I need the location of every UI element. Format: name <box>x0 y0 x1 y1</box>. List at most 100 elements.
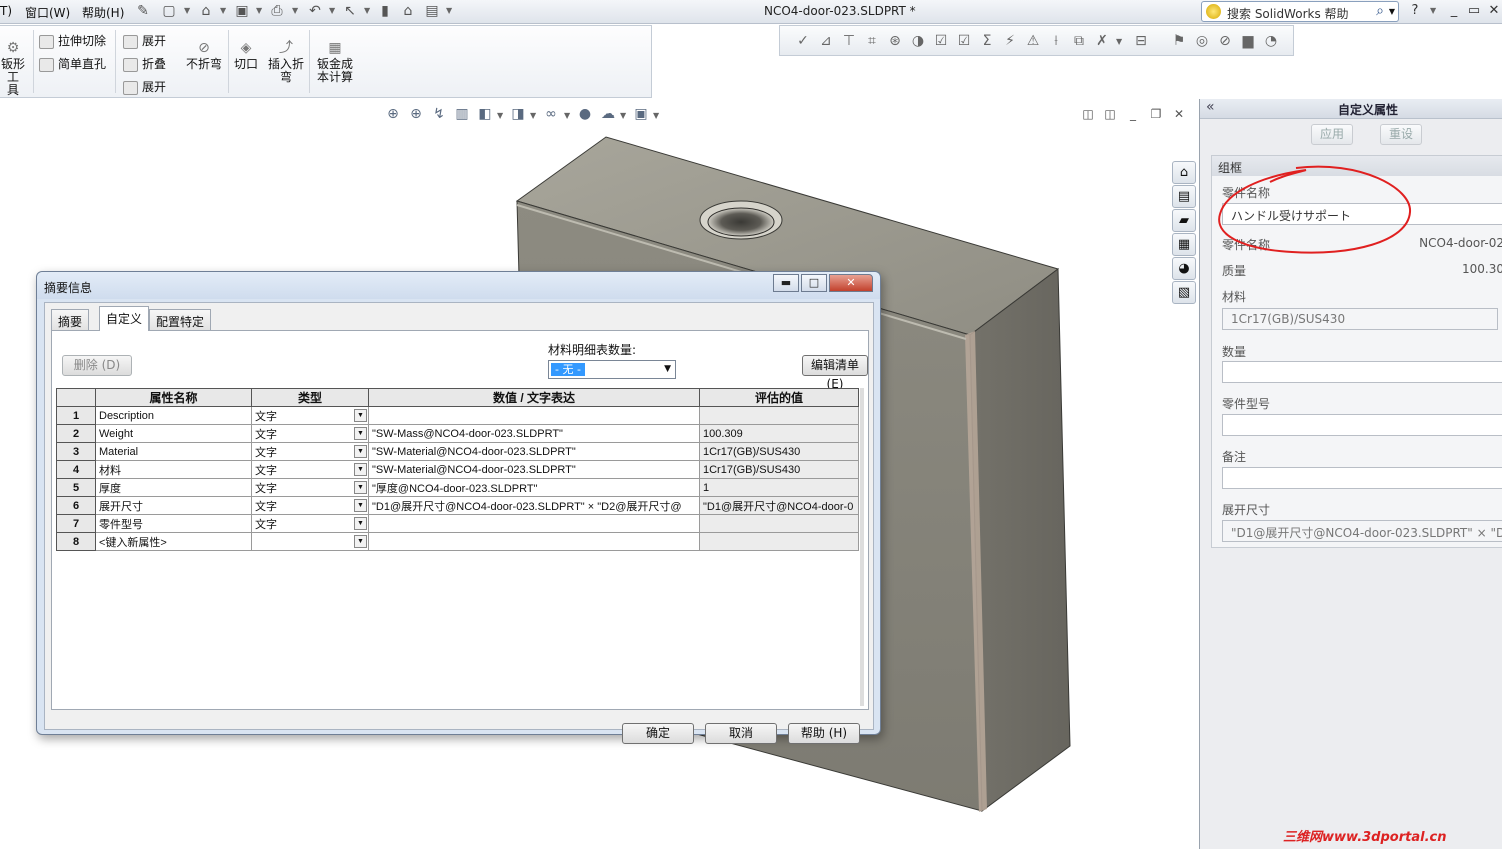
apply-button[interactable]: 应用 <box>1311 124 1354 145</box>
row-number-cell[interactable]: 2 <box>56 424 96 443</box>
row-number-cell[interactable]: 5 <box>56 478 96 497</box>
tab-custom[interactable]: 自定义 <box>99 306 150 331</box>
open-folder-icon[interactable]: ⌂ <box>197 3 215 20</box>
row-number-cell[interactable]: 8 <box>56 532 96 551</box>
type-cell[interactable]: 文字 ▼ <box>251 514 369 533</box>
fold-button[interactable]: 折叠 <box>123 55 166 72</box>
checker-icon[interactable]: ✗ <box>1093 32 1111 50</box>
bom-quantity-select[interactable]: - 无 - ▼ <box>548 360 676 379</box>
collapse-chevron-icon[interactable]: « <box>1206 99 1215 115</box>
spell-check-icon[interactable]: ✓ <box>794 32 812 50</box>
row-number-cell[interactable]: 3 <box>56 442 96 461</box>
table-row[interactable]: 7 零件型号 文字 ▼ <box>56 514 859 533</box>
costing-icon[interactable]: ◔ <box>1262 32 1280 50</box>
compare-icon[interactable]: ⊟ <box>1132 32 1150 50</box>
menu-tools[interactable]: T) <box>0 4 12 18</box>
unfold-button[interactable]: 展开 <box>123 32 166 49</box>
type-dropdown-icon[interactable]: ▼ <box>354 517 367 530</box>
parting-line-icon[interactable]: ⟊ <box>1047 32 1065 50</box>
motion-icon[interactable]: ◎ <box>1193 32 1211 50</box>
row-number-cell[interactable]: 4 <box>56 460 96 479</box>
type-cell[interactable]: 文字 ▼ <box>251 496 369 515</box>
flow-icon[interactable]: ⊘ <box>1216 32 1234 50</box>
undo-icon[interactable]: ↶ <box>306 3 324 20</box>
flatten-button[interactable]: 展开 <box>123 78 166 95</box>
property-name-cell[interactable]: Description <box>95 406 252 425</box>
flat-size-field[interactable]: "D1@展开尺寸@NCO4-door-023.SLDPRT" × "D2 <box>1222 520 1502 542</box>
new-document-icon[interactable]: ▢ <box>160 3 178 20</box>
property-name-cell[interactable]: 展开尺寸 <box>95 496 252 515</box>
section-icon[interactable]: ⌗ <box>863 32 881 50</box>
value-expression-cell[interactable]: "SW-Material@NCO4-door-023.SLDPRT" <box>368 442 700 461</box>
search-icon[interactable]: ⌕ <box>1376 3 1384 19</box>
search-dropdown-icon[interactable]: ▼ <box>1389 7 1395 16</box>
check-icon[interactable]: ◑ <box>909 32 927 50</box>
value-expression-cell[interactable] <box>368 406 700 425</box>
type-cell[interactable]: 文字 ▼ <box>251 460 369 479</box>
value-expression-cell[interactable] <box>368 514 700 533</box>
type-cell[interactable]: ▼ <box>251 532 369 551</box>
options-icon[interactable]: ▤ <box>423 3 441 20</box>
file-explorer-tab-icon[interactable]: ▰ <box>1172 209 1196 232</box>
rip-button[interactable]: ◈ 切口 <box>232 40 260 71</box>
menu-window[interactable]: 窗口(W) <box>25 4 70 21</box>
help-search-box[interactable]: 搜索 SolidWorks 帮助 ⌕ ▼ <box>1201 1 1399 22</box>
property-name-cell[interactable]: <键入新属性> <box>95 532 252 551</box>
type-dropdown-icon[interactable]: ▼ <box>354 481 367 494</box>
options-dropdown-icon[interactable]: ▼ <box>446 6 452 15</box>
sheetmetal-cost-button[interactable]: ▦ 钣金成 本计算 <box>313 40 357 84</box>
undercut-icon[interactable]: ⚠ <box>1024 32 1042 50</box>
dialog-minimize-icon[interactable]: ▬ <box>773 274 799 292</box>
measure-icon[interactable]: ⊿ <box>817 32 835 50</box>
mass-properties-icon[interactable]: ⊛ <box>886 32 904 50</box>
appearances-tab-icon[interactable]: ◕ <box>1172 257 1196 280</box>
equations-icon[interactable]: Σ <box>978 32 996 50</box>
geometry-analysis-icon[interactable]: ☑ <box>932 32 950 50</box>
undo-dropdown-icon[interactable]: ▼ <box>329 6 335 15</box>
table-row[interactable]: 8 <键入新属性> ▼ <box>56 532 859 551</box>
table-corner-cell[interactable] <box>56 388 96 407</box>
property-name-cell[interactable]: Weight <box>95 424 252 443</box>
column-header-value[interactable]: 数值 / 文字表达 <box>368 388 700 407</box>
dialog-maximize-icon[interactable]: □ <box>801 274 827 292</box>
simple-hole-button[interactable]: 简单直孔 <box>39 55 106 72</box>
tab-configuration-specific[interactable]: 配置特定 <box>149 309 212 330</box>
type-cell[interactable]: 文字 ▼ <box>251 442 369 461</box>
table-row[interactable]: 2 Weight 文字 ▼ "SW-Mass@NCO4-door-023.SLDPRT"… <box>56 424 859 443</box>
reset-button[interactable]: 重设 <box>1380 124 1423 145</box>
dialog-close-icon[interactable]: ✕ <box>829 274 873 292</box>
value-expression-cell[interactable]: "厚度@NCO4-door-023.SLDPRT" <box>368 478 700 497</box>
home-tab-icon[interactable]: ⌂ <box>1172 161 1196 184</box>
rebuild-icon[interactable]: ▮ <box>376 3 394 20</box>
tab-summary[interactable]: 摘要 <box>51 309 90 330</box>
property-name-cell[interactable]: 材料 <box>95 460 252 479</box>
type-dropdown-icon[interactable]: ▼ <box>354 499 367 512</box>
draft-analysis-icon[interactable]: ⚡ <box>1001 32 1019 50</box>
table-row[interactable]: 6 展开尺寸 文字 ▼ "D1@展开尺寸@NCO4-door-023.SLDPRT" ×… <box>56 496 859 515</box>
cancel-button[interactable]: 取消 <box>705 723 777 744</box>
ok-button[interactable]: 确定 <box>622 723 694 744</box>
value-expression-cell[interactable]: "SW-Mass@NCO4-door-023.SLDPRT" <box>368 424 700 443</box>
value-expression-cell[interactable]: "D1@展开尺寸@NCO4-door-023.SLDPRT" × "D2@展开尺… <box>368 496 700 515</box>
table-row[interactable]: 1 Description 文字 ▼ <box>56 406 859 425</box>
table-row[interactable]: 4 材料 文字 ▼ "SW-Material@NCO4-door-023.SLDPRT"… <box>56 460 859 479</box>
dialog-titlebar[interactable]: 摘要信息 ▬ □ ✕ <box>37 272 880 299</box>
view-palette-tab-icon[interactable]: ▦ <box>1172 233 1196 256</box>
column-header-evaluated[interactable]: 评估的值 <box>699 388 859 407</box>
bom-quantity-dropdown-icon[interactable]: ▼ <box>664 364 671 374</box>
design-library-tab-icon[interactable]: ▤ <box>1172 185 1196 208</box>
save-dropdown-icon[interactable]: ▼ <box>256 6 262 15</box>
import-diagnostics-icon[interactable]: ☑ <box>955 32 973 50</box>
row-number-cell[interactable]: 7 <box>56 514 96 533</box>
type-dropdown-icon[interactable]: ▼ <box>354 427 367 440</box>
sheetmetal-tool-button[interactable]: ⚙ 钣形工 具 <box>0 40 30 97</box>
property-name-cell[interactable]: Material <box>95 442 252 461</box>
type-dropdown-icon[interactable]: ▼ <box>354 463 367 476</box>
thickness-icon[interactable]: ⧉ <box>1070 32 1088 50</box>
property-name-cell[interactable]: 厚度 <box>95 478 252 497</box>
new-dropdown-icon[interactable]: ▼ <box>184 6 190 15</box>
column-header-property-name[interactable]: 属性名称 <box>95 388 252 407</box>
extruded-cut-button[interactable]: 拉伸切除 <box>39 32 106 49</box>
dimension-icon[interactable]: ⊤ <box>840 32 858 50</box>
open-dropdown-icon[interactable]: ▼ <box>220 6 226 15</box>
